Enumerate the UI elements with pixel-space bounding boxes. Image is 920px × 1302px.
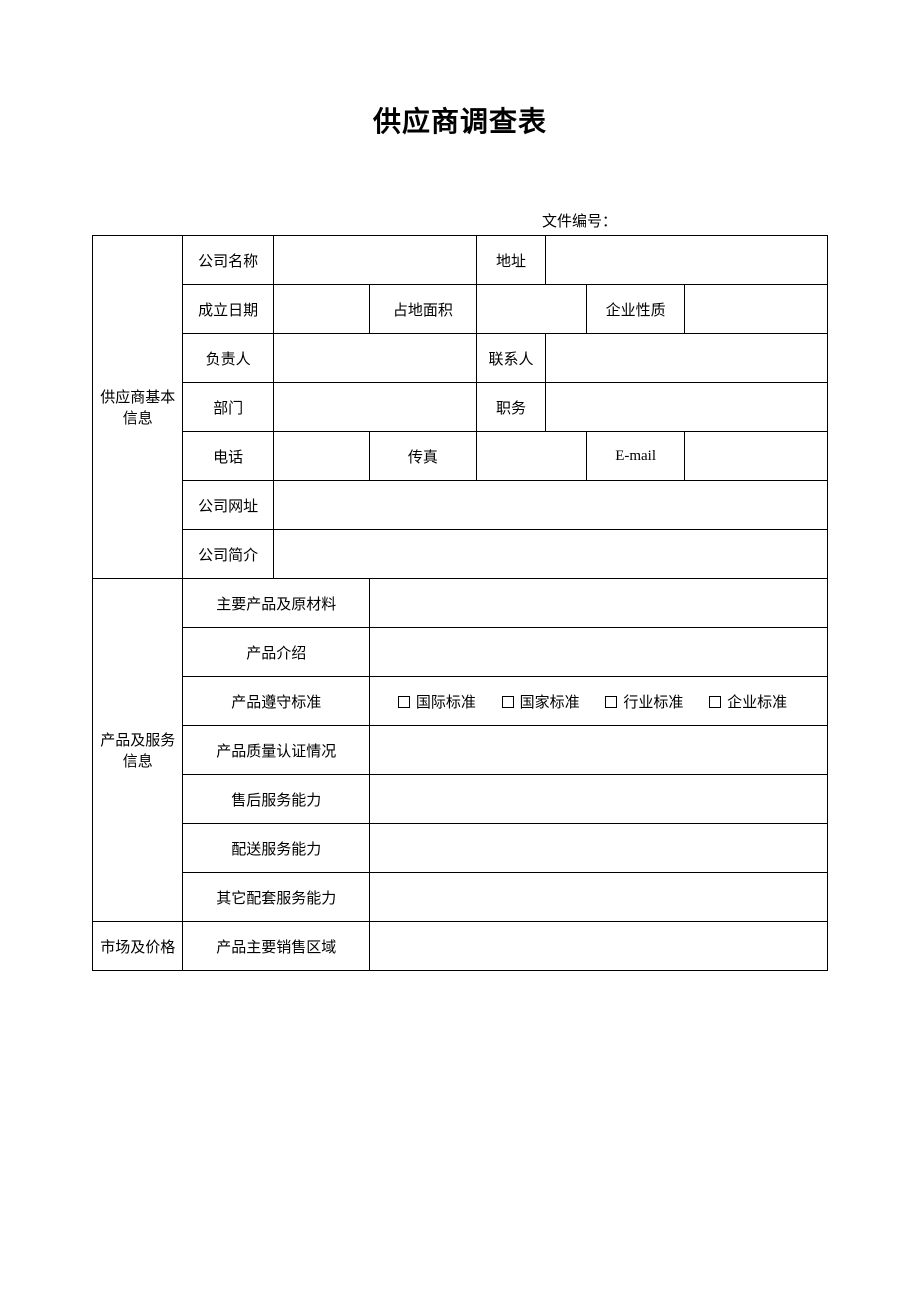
checkbox-icon — [709, 696, 721, 708]
label-phone: 电话 — [183, 432, 273, 481]
checkbox-enterprise-standard[interactable]: 企业标准 — [709, 691, 787, 712]
checkbox-icon — [398, 696, 410, 708]
field-quality-cert[interactable] — [370, 726, 828, 775]
section1-header: 供应商基本信息 — [93, 236, 183, 579]
field-land-area[interactable] — [476, 285, 586, 334]
field-address[interactable] — [546, 236, 828, 285]
opt-label: 企业标准 — [727, 695, 787, 711]
label-after-sales: 售后服务能力 — [183, 775, 370, 824]
label-quality-cert: 产品质量认证情况 — [183, 726, 370, 775]
field-sales-region[interactable] — [370, 922, 828, 971]
label-fax: 传真 — [370, 432, 477, 481]
label-position: 职务 — [476, 383, 546, 432]
field-position[interactable] — [546, 383, 828, 432]
field-after-sales[interactable] — [370, 775, 828, 824]
document-number-label: 文件编号： — [92, 210, 828, 231]
label-department: 部门 — [183, 383, 273, 432]
label-delivery: 配送服务能力 — [183, 824, 370, 873]
label-company-name: 公司名称 — [183, 236, 273, 285]
field-main-products[interactable] — [370, 579, 828, 628]
label-product-intro: 产品介绍 — [183, 628, 370, 677]
field-product-intro[interactable] — [370, 628, 828, 677]
field-phone[interactable] — [273, 432, 369, 481]
field-entity-nature[interactable] — [685, 285, 828, 334]
label-profile: 公司简介 — [183, 530, 273, 579]
field-website[interactable] — [273, 481, 827, 530]
section2-header: 产品及服务信息 — [93, 579, 183, 922]
field-department[interactable] — [273, 383, 476, 432]
supplier-form-table: 供应商基本信息 公司名称 地址 成立日期 占地面积 企业性质 负责人 联系人 部… — [92, 235, 828, 971]
label-website: 公司网址 — [183, 481, 273, 530]
field-principal[interactable] — [273, 334, 476, 383]
label-product-standard: 产品遵守标准 — [183, 677, 370, 726]
field-product-standard[interactable]: 国际标准 国家标准 行业标准 企业标准 — [370, 677, 828, 726]
field-email[interactable] — [685, 432, 828, 481]
page-title: 供应商调查表 — [92, 100, 828, 140]
field-profile[interactable] — [273, 530, 827, 579]
checkbox-industry-standard[interactable]: 行业标准 — [605, 691, 683, 712]
label-contact: 联系人 — [476, 334, 546, 383]
field-establish-date[interactable] — [273, 285, 369, 334]
opt-label: 国际标准 — [416, 695, 476, 711]
label-main-products: 主要产品及原材料 — [183, 579, 370, 628]
label-land-area: 占地面积 — [370, 285, 477, 334]
field-company-name[interactable] — [273, 236, 476, 285]
label-principal: 负责人 — [183, 334, 273, 383]
field-fax[interactable] — [476, 432, 586, 481]
checkbox-icon — [502, 696, 514, 708]
label-email: E-mail — [586, 432, 684, 481]
checkbox-national-standard[interactable]: 国家标准 — [502, 691, 580, 712]
label-entity-nature: 企业性质 — [586, 285, 684, 334]
checkbox-icon — [605, 696, 617, 708]
checkbox-intl-standard[interactable]: 国际标准 — [398, 691, 476, 712]
section3-header: 市场及价格 — [93, 922, 183, 971]
field-contact[interactable] — [546, 334, 828, 383]
label-address: 地址 — [476, 236, 546, 285]
label-establish-date: 成立日期 — [183, 285, 273, 334]
opt-label: 国家标准 — [520, 695, 580, 711]
label-sales-region: 产品主要销售区域 — [183, 922, 370, 971]
label-other-services: 其它配套服务能力 — [183, 873, 370, 922]
opt-label: 行业标准 — [623, 695, 683, 711]
field-delivery[interactable] — [370, 824, 828, 873]
field-other-services[interactable] — [370, 873, 828, 922]
